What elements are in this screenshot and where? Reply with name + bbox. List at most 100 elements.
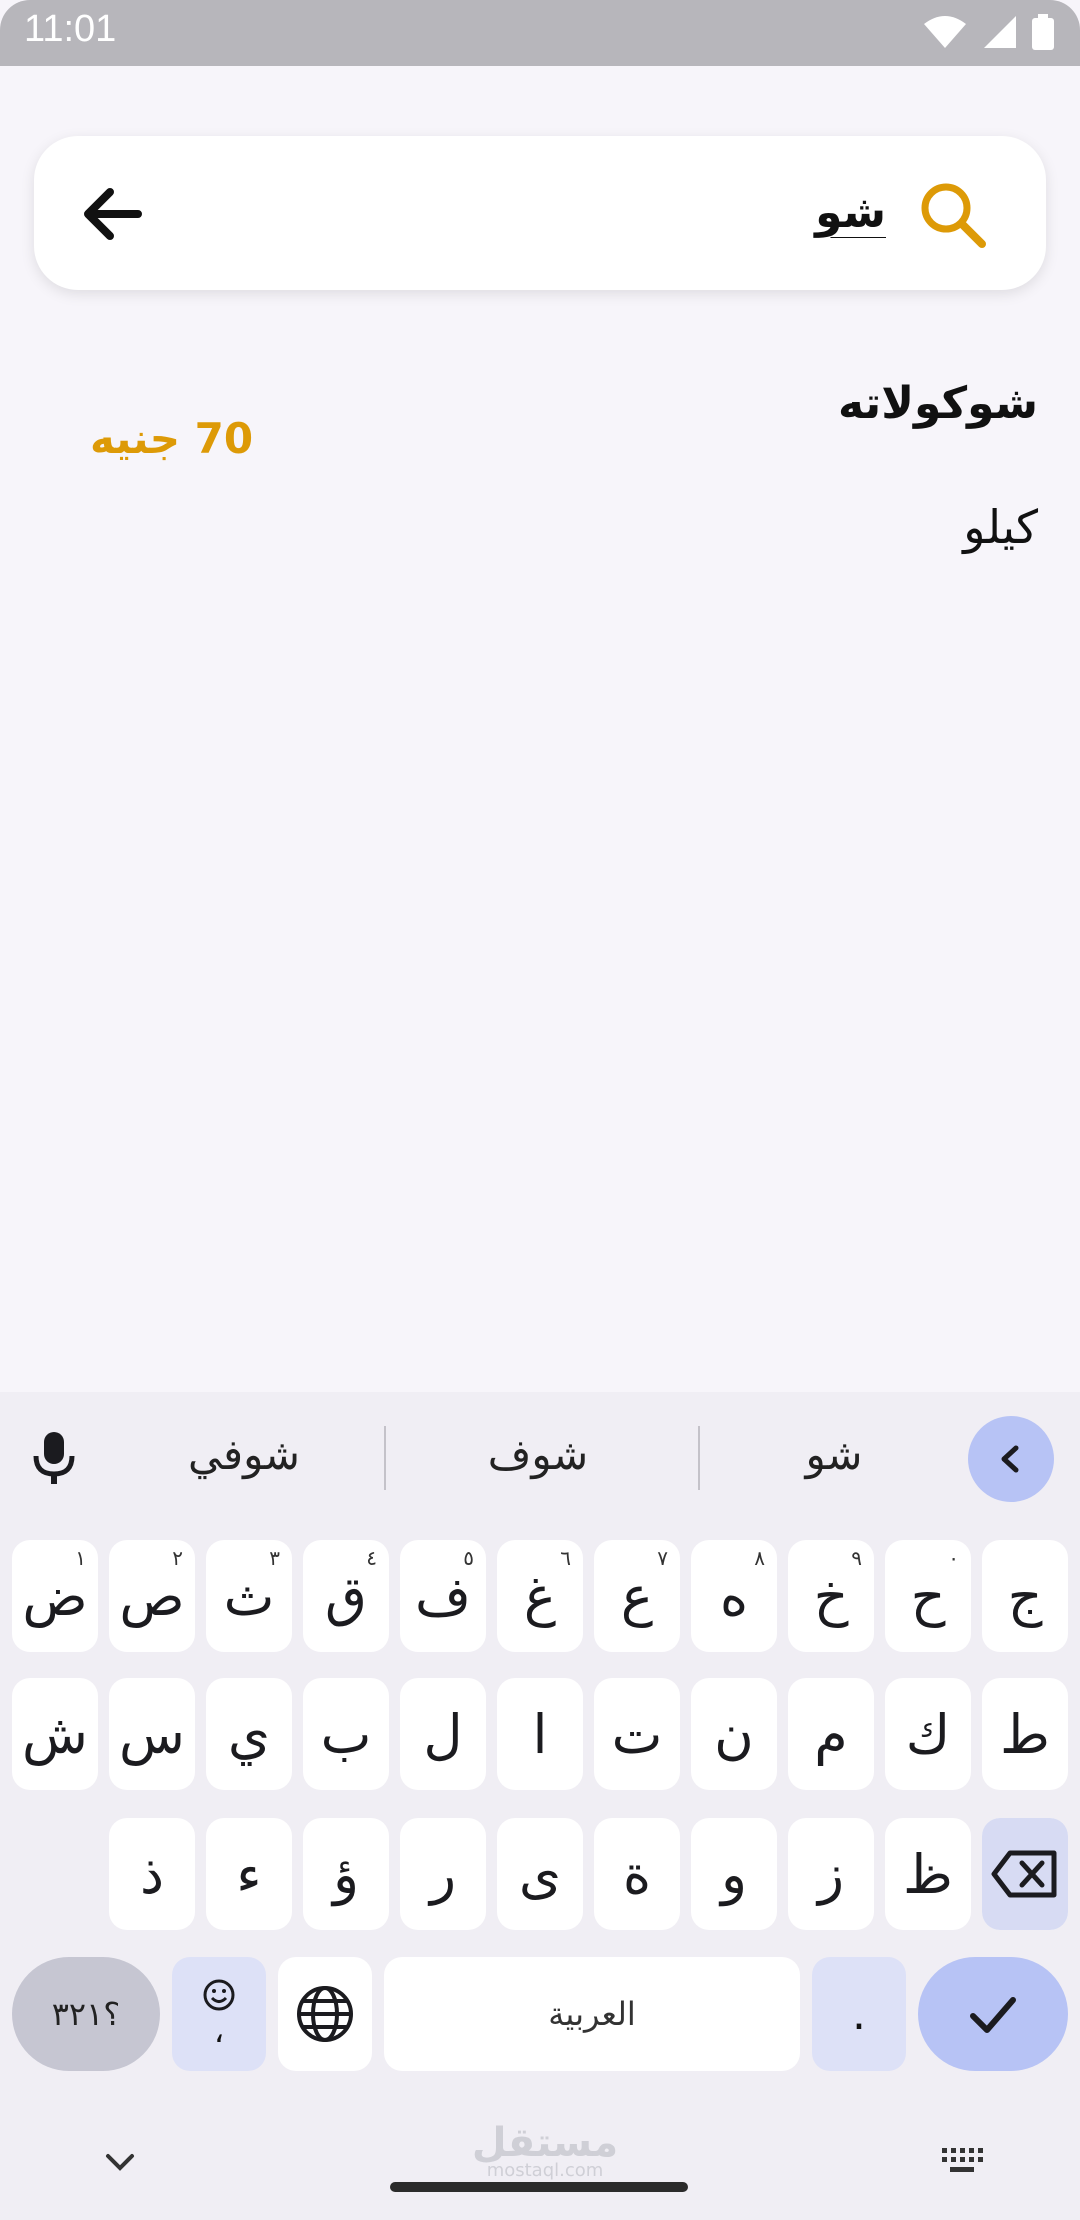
key[interactable]: ة [594,1818,680,1930]
key[interactable]: غ٦ [497,1540,583,1652]
key[interactable]: ى [497,1818,583,1930]
key[interactable]: ل [400,1678,486,1790]
check-icon [970,1997,1016,2033]
wifi-icon [924,16,966,48]
key-hint: ٦ [560,1546,571,1570]
key[interactable]: ش [12,1678,98,1790]
key-label: ء [236,1842,262,1906]
key[interactable]: خ٩ [788,1540,874,1652]
keyboard-nav-row: مستقل mostaql.com [0,2120,1080,2220]
key-label: ظ [903,1842,953,1906]
key-label: ع [620,1564,654,1628]
key[interactable]: ا [497,1678,583,1790]
key[interactable]: ر [400,1818,486,1930]
key-label: ص [119,1564,185,1628]
key-label: ب [320,1702,372,1766]
item-price: 70 جنيه [90,414,254,463]
key-label: ل [423,1702,463,1766]
key[interactable]: ذ [109,1818,195,1930]
numbers-key[interactable]: ؟٣٢١ [12,1957,160,2071]
suggestion-2[interactable]: شوف [388,1430,688,1479]
keyboard-switcher-icon[interactable] [938,2140,986,2180]
key-label: ه [719,1564,749,1628]
key[interactable]: ح٠ [885,1540,971,1652]
status-icons [922,14,1054,50]
enter-key[interactable] [918,1957,1068,2071]
key-hint: ٩ [851,1546,862,1570]
key[interactable]: س [109,1678,195,1790]
signal-icon [984,16,1016,48]
key[interactable]: ث٣ [206,1540,292,1652]
key-label: غ [523,1564,557,1628]
key[interactable]: م [788,1678,874,1790]
key[interactable]: ج [982,1540,1068,1652]
chevron-left-icon [1001,1445,1019,1473]
voice-input-button[interactable] [26,1430,82,1486]
key[interactable]: ق٤ [303,1540,389,1652]
key-label: ث [223,1564,275,1628]
language-switch-key[interactable] [278,1957,372,2071]
key[interactable]: ك [885,1678,971,1790]
key[interactable]: ط [982,1678,1068,1790]
key[interactable]: ز [788,1818,874,1930]
key[interactable]: ه٨ [691,1540,777,1652]
key[interactable]: ب [303,1678,389,1790]
key-hint: ٥ [463,1546,474,1570]
status-bar: 11:01 [0,0,1080,66]
keyboard: شوفي شوف شو جح٠خ٩ه٨ع٧غ٦ف٥ق٤ث٣ص٢ض١طكمنتال… [0,1392,1080,2220]
key-label: و [720,1842,748,1906]
key-label: ك [905,1702,951,1766]
hide-keyboard-icon[interactable] [100,2142,140,2182]
key-label: ؤ [332,1842,360,1906]
list-item[interactable]: شوكولاته 70 جنيه كيلو [60,360,1038,580]
period-key[interactable]: . [812,1957,906,2071]
backspace-key[interactable] [982,1818,1068,1930]
key-hint: ٢ [172,1546,183,1570]
key-label: ح [910,1564,946,1628]
key-label: ن [714,1702,754,1766]
key-label: م [814,1702,848,1766]
key[interactable]: ؤ [303,1818,389,1930]
search-bar [34,136,1046,290]
key[interactable]: ع٧ [594,1540,680,1652]
search-input[interactable] [286,176,886,248]
key-label: ذ [139,1842,165,1906]
globe-icon [297,1986,353,2042]
key-label: ف [415,1564,471,1628]
battery-icon [1032,14,1054,50]
key[interactable]: ص٢ [109,1540,195,1652]
key[interactable]: ظ [885,1818,971,1930]
watermark-latin: mostaql.com [486,2160,604,2181]
key[interactable]: ف٥ [400,1540,486,1652]
key-hint: ٣ [269,1546,280,1570]
key-label: ا [532,1702,548,1766]
key[interactable]: ن [691,1678,777,1790]
arrow-left-icon [84,188,142,240]
comma-label: ، [213,2012,225,2050]
suggestion-bar: شوفي شوف شو [0,1392,1080,1522]
space-key[interactable]: العربية [384,1957,800,2071]
watermark: مستقل mostaql.com [470,2120,620,2181]
key[interactable]: ت [594,1678,680,1790]
key-label: ة [622,1842,652,1906]
item-unit: كيلو [963,500,1038,554]
key-label: ط [1000,1702,1050,1766]
key-label: س [119,1702,185,1766]
collapse-suggestions-button[interactable] [968,1416,1054,1502]
emoji-icon [203,1979,235,2011]
backspace-icon [991,1850,1057,1898]
key-label: ى [518,1842,562,1906]
key-hint: ٠ [948,1546,959,1570]
key-label: ت [611,1702,663,1766]
back-button[interactable] [76,176,152,252]
gesture-bar[interactable] [390,2182,688,2192]
suggestion-1[interactable]: شو [684,1430,984,1479]
key[interactable]: و [691,1818,777,1930]
suggestion-3[interactable]: شوفي [94,1430,394,1479]
key-label: خ [813,1564,849,1628]
key[interactable]: ء [206,1818,292,1930]
search-button[interactable] [916,178,990,252]
emoji-comma-key[interactable]: ، [172,1957,266,2071]
key[interactable]: ي [206,1678,292,1790]
key[interactable]: ض١ [12,1540,98,1652]
